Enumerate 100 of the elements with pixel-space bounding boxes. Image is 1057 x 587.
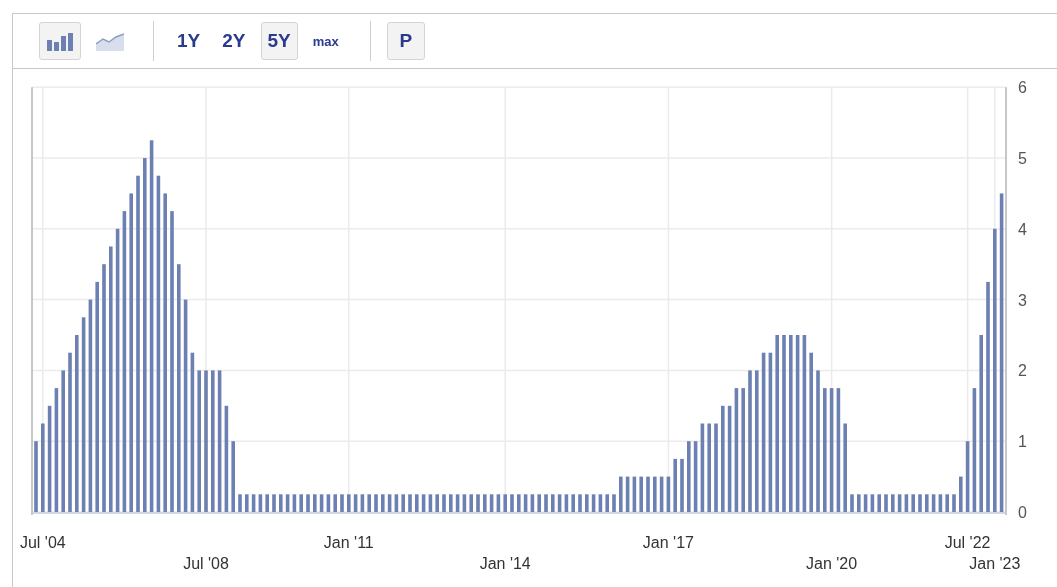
chart-bar xyxy=(551,494,555,512)
chart-bar xyxy=(442,494,446,512)
range-button[interactable]: 1Y xyxy=(170,22,208,60)
chart-bar xyxy=(625,476,630,512)
bar-chart-button[interactable] xyxy=(39,22,81,60)
chart-bar xyxy=(517,494,521,512)
chart-bar xyxy=(585,494,589,512)
chart-bar xyxy=(245,494,249,512)
chart-bar xyxy=(435,494,439,512)
chart-bar xyxy=(564,494,569,512)
chart-bar xyxy=(891,494,895,512)
chart-bar xyxy=(639,476,643,512)
chart-bar xyxy=(449,494,453,512)
chart-bar xyxy=(347,494,351,512)
chart-bar xyxy=(462,494,467,512)
axis-label: Jul '04 xyxy=(19,534,66,551)
chart-bar xyxy=(469,494,473,512)
chart-bar xyxy=(299,494,303,512)
chart-bar xyxy=(340,494,344,512)
chart-bar xyxy=(598,494,603,512)
chart-bar xyxy=(374,494,378,512)
chart-bar xyxy=(272,494,276,512)
chart-bar xyxy=(428,494,433,512)
chart-bar xyxy=(279,494,283,512)
chart-bar xyxy=(408,494,412,512)
chart-bar xyxy=(394,494,399,512)
chart-bar xyxy=(381,494,385,512)
chart-bar xyxy=(850,494,854,512)
axis-label: Jan '17 xyxy=(642,534,694,551)
chart-bar xyxy=(510,494,514,512)
chart-bar xyxy=(483,494,487,512)
chart-bar xyxy=(489,494,494,512)
chart-bar xyxy=(911,494,915,512)
line-chart-icon xyxy=(96,31,124,51)
chart-bar xyxy=(503,494,507,512)
chart-bar xyxy=(646,476,650,512)
chart-bar xyxy=(680,458,684,512)
axis-label: Jan '14 xyxy=(479,555,531,572)
chart-bar xyxy=(693,441,698,512)
chart-bar xyxy=(537,494,541,512)
chart-bar xyxy=(612,494,616,512)
chart-bar xyxy=(938,494,943,512)
range-button[interactable]: 2Y xyxy=(215,22,253,60)
chart-bar xyxy=(326,494,331,512)
chart-bar xyxy=(666,476,671,512)
chart-bar xyxy=(319,494,324,512)
chart-bar xyxy=(884,494,888,512)
chart-bar xyxy=(496,494,501,512)
chart-bar xyxy=(421,494,426,512)
chart-bar xyxy=(591,494,596,512)
chart-bar xyxy=(306,494,310,512)
chart-bar xyxy=(238,494,242,512)
axis-label: 3 xyxy=(1018,291,1027,309)
axis-label: Jan '11 xyxy=(323,534,374,551)
chart-bar xyxy=(632,476,637,512)
chart-bar xyxy=(557,494,562,512)
chart-bar xyxy=(34,441,38,512)
chart-bar xyxy=(659,476,664,512)
chart-bar xyxy=(653,476,657,512)
chart-bar xyxy=(959,476,963,512)
chart-bar xyxy=(870,494,875,512)
chart-bar xyxy=(231,441,235,512)
chart-bar xyxy=(918,494,922,512)
chart-bar xyxy=(904,494,909,512)
chart-bar xyxy=(605,494,609,512)
p-button[interactable]: P xyxy=(386,22,425,60)
chart-bar xyxy=(857,494,861,512)
axis-label: Jan '20 xyxy=(806,555,858,572)
axis-label: 5 xyxy=(1018,150,1027,167)
chart-bar xyxy=(313,494,317,512)
range-button[interactable]: max xyxy=(305,22,346,60)
chart-bar xyxy=(476,494,480,512)
chart-bar xyxy=(952,494,956,512)
chart-bar xyxy=(353,494,358,512)
chart-bar xyxy=(931,494,936,512)
chart-bar xyxy=(523,494,528,512)
chart-bar xyxy=(360,494,365,512)
chart-bar xyxy=(877,494,881,512)
chart-bar xyxy=(673,458,677,512)
axis-label: Jul '22 xyxy=(944,534,991,551)
chart-bar xyxy=(530,494,535,512)
chart-bar xyxy=(897,494,902,512)
chart-bar xyxy=(571,494,575,512)
chart-bar xyxy=(578,494,582,512)
chart-bar xyxy=(455,494,460,512)
chart-bar xyxy=(401,494,405,512)
chart-bar xyxy=(387,494,392,512)
chart-bar xyxy=(265,494,269,512)
chart-bar xyxy=(863,494,868,512)
chart-bar xyxy=(251,494,256,512)
axis-label: 0 xyxy=(1018,504,1027,521)
chart-bar xyxy=(945,494,949,512)
chart-bar xyxy=(258,494,263,512)
bar-chart-icon xyxy=(46,31,74,51)
range-button[interactable]: 5Y xyxy=(260,22,298,60)
axis-label: 4 xyxy=(1018,220,1027,238)
axis-label: 6 xyxy=(1018,79,1027,97)
axis-label: Jul '08 xyxy=(183,555,229,572)
chart-bar xyxy=(687,441,691,512)
chart-bar xyxy=(367,494,371,512)
